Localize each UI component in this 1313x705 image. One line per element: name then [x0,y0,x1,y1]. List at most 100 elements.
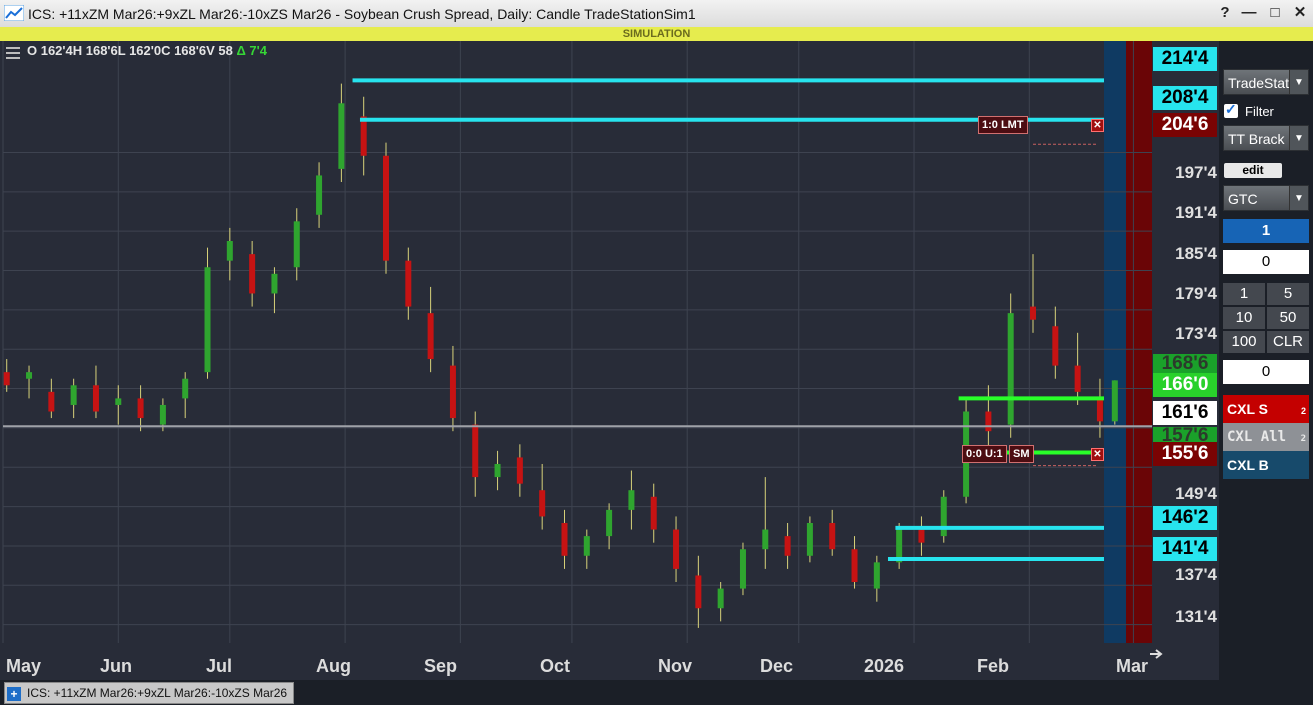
qty-button-10[interactable]: 10 [1223,307,1265,329]
window-title: ICS: +11xZM Mar26:+9xZL Mar26:-10xZS Mar… [28,6,696,22]
bracket-dropdown-value: TT Brack [1228,131,1285,147]
position-display: 0 [1223,360,1309,384]
bear-candle [383,155,389,261]
y-tick-label: 149'4 [1175,484,1217,503]
y-tick-label: 173'4 [1175,324,1217,343]
cxl-sell-label: CXL S [1227,401,1268,417]
symbol-tab[interactable]: + ICS: +11xZM Mar26:+9xZL Mar26:-10xZS Ma… [4,682,295,704]
duration-dropdown-value: GTC [1228,191,1258,207]
bull-candle [873,562,880,589]
cancel-buy-orders-button[interactable]: CXL B [1223,451,1309,479]
x-tick-label: Dec [760,656,794,676]
bull-candle [316,175,323,215]
bull-candle [204,267,211,373]
simulation-label: SIMULATION [622,28,691,40]
bear-candle [918,529,925,543]
limit-order-tag[interactable]: 1:0 LMT [978,116,1028,134]
chart-app-icon [3,4,25,26]
bull-candle [271,273,278,294]
price-label-cyan-146: 146'2 [1153,506,1217,530]
x-tick-label: Sep [424,656,458,676]
bear-candle [539,490,546,517]
bear-candle [650,496,657,530]
minimize-icon[interactable]: — [1240,4,1258,22]
bear-candle [1096,398,1103,422]
qty-button-50[interactable]: 50 [1267,307,1309,329]
price-label-limit-order: 204'6 [1153,113,1217,137]
bear-candle [427,313,434,360]
x-tick-label: May [6,656,42,676]
forward-space-band-red [1126,41,1152,643]
bracket-dropdown[interactable]: TT Brack ▼ [1223,125,1309,151]
price-label-last: 168'6 [1153,354,1217,374]
chevron-down-icon: ▼ [1289,186,1308,210]
stop-order-type-tag[interactable]: SM [1009,445,1034,463]
edit-bracket-button[interactable]: edit [1224,163,1282,178]
bear-candle [516,457,523,484]
price-label-cyan-214: 214'4 [1153,47,1217,71]
cxl-sell-count: 2 [1300,406,1306,416]
bull-candle [762,529,769,550]
help-icon[interactable]: ? [1216,4,1234,22]
forward-space-band-blue [1104,41,1126,643]
bear-candle [1030,306,1037,320]
quantity-input[interactable]: 0 [1223,250,1309,274]
price-label-stop-order: 155'6 [1153,442,1217,466]
y-tick-label: 197'4 [1175,163,1217,182]
bull-candle [940,496,947,537]
cxl-all-label: CXL All [1227,429,1287,445]
candlestick-plot[interactable] [0,41,1219,680]
price-label-current: 161'6 [1153,401,1217,425]
quantity-preset-selected[interactable]: 1 [1223,219,1309,243]
bear-candle [137,398,144,419]
qty-button-100[interactable]: 100 [1223,331,1265,353]
add-symbol-icon[interactable]: + [7,686,21,701]
x-tick-label: Jun [100,656,133,676]
stop-order-count-tag[interactable]: 0:0 U:1 [962,445,1007,463]
chevron-down-icon: ▼ [1289,126,1308,150]
bear-candle [985,411,992,432]
cancel-limit-order-icon[interactable]: ✕ [1091,119,1104,132]
duration-dropdown[interactable]: GTC ▼ [1223,185,1309,211]
chart-menu-icon[interactable] [6,47,20,59]
filter-checkbox[interactable] [1224,101,1238,118]
cancel-all-orders-button[interactable]: CXL All 2 [1223,423,1309,451]
bull-candle [70,385,77,405]
x-axis: May Jun Jul Aug Sep Oct Nov Dec 2026 Feb… [0,645,1219,680]
y-tick-label: 179'4 [1175,284,1217,303]
chevron-down-icon: ▼ [1289,70,1308,94]
bear-candle [360,116,367,156]
bull-candle [182,378,189,399]
bull-candle [1111,380,1118,422]
maximize-icon[interactable]: □ [1266,4,1284,22]
bull-candle [628,490,635,510]
price-label-green-line: 166'0 [1153,373,1217,397]
bull-candle [159,404,166,425]
close-icon[interactable]: ✕ [1291,4,1309,22]
cancel-sell-orders-button[interactable]: CXL S 2 [1223,395,1309,423]
bull-candle [226,241,233,261]
ohlc-change: Δ 7'4 [236,43,267,58]
bear-candle [449,365,456,419]
filter-label: Filter [1245,104,1274,119]
bull-candle [606,509,613,537]
bull-candle [583,536,590,556]
qty-button-1[interactable]: 1 [1223,283,1265,305]
account-dropdown[interactable]: TradeStat ▼ [1223,69,1309,95]
price-label-cyan-141: 141'4 [1153,537,1217,561]
bear-candle [673,529,680,569]
bear-candle [561,522,568,556]
x-tick-label: Jul [206,656,233,676]
qty-button-5[interactable]: 5 [1267,283,1309,305]
qty-clear-button[interactable]: CLR [1267,331,1309,353]
bull-candle [338,103,345,169]
cancel-stop-order-icon[interactable]: ✕ [1091,448,1104,461]
scroll-right-icon[interactable] [1148,647,1164,666]
price-chart[interactable]: O 162'4H 168'6L 162'0C 168'6V 58 Δ 7'4 1… [0,41,1219,680]
bull-candle [739,549,746,589]
bear-candle [851,549,858,583]
ohlc-readout: O 162'4H 168'6L 162'0C 168'6V 58 Δ 7'4 [27,43,267,58]
bear-candle [3,372,10,386]
bear-candle [1074,365,1081,392]
status-footer: + ICS: +11xZM Mar26:+9xZL Mar26:-10xZS Ma… [0,680,1313,705]
